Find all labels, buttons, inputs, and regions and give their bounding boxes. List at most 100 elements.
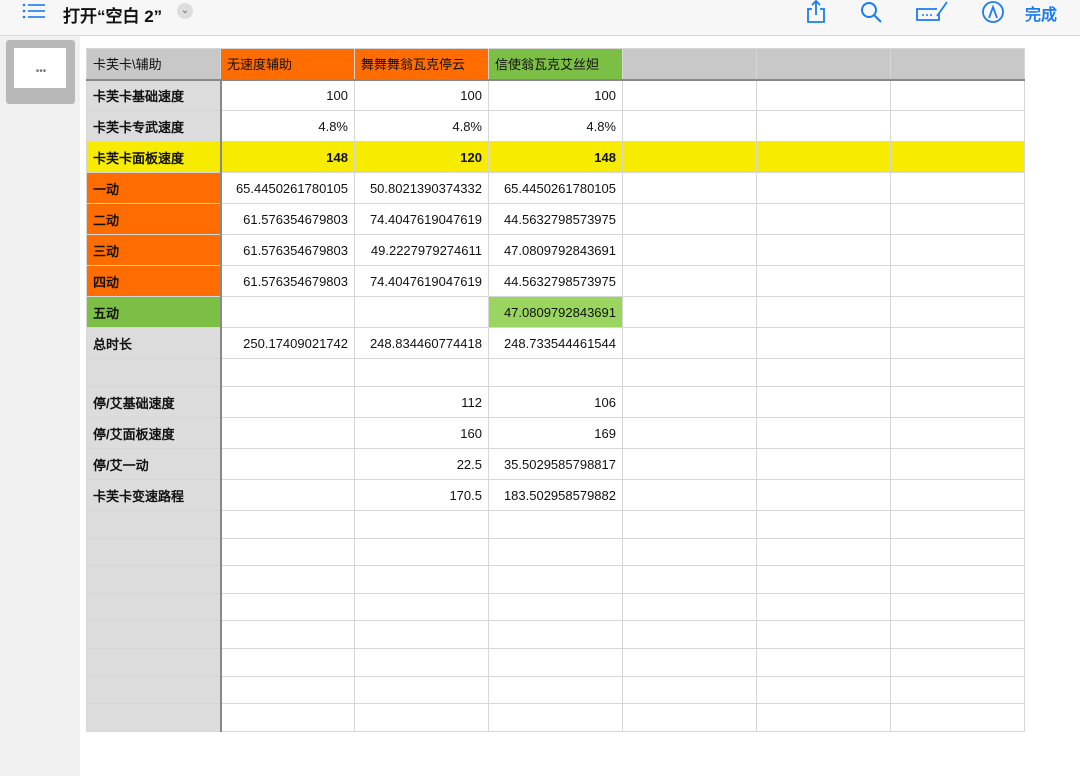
table-cell[interactable] (756, 565, 891, 594)
share-icon[interactable] (805, 0, 827, 24)
table-cell[interactable] (890, 358, 1025, 387)
row-header[interactable]: 总时长 (86, 327, 222, 359)
table-cell[interactable]: 169 (488, 417, 623, 449)
table-cell[interactable] (890, 647, 1025, 677)
table-cell[interactable] (622, 479, 757, 511)
table-cell[interactable]: 61.576354679803 (220, 203, 355, 235)
table-cell[interactable] (488, 537, 623, 567)
markup-icon[interactable] (981, 0, 1005, 24)
table-cell[interactable] (890, 386, 1025, 418)
spreadsheet-table[interactable]: 卡芙卡\辅助 无速度辅助 舞舞舞翁瓦克停云 信使翁瓦克艾丝妲 卡芙卡基础速度 100 100… (86, 48, 1025, 732)
row-header[interactable]: 停/艾基础速度 (86, 386, 222, 418)
list-icon[interactable] (22, 2, 46, 20)
table-cell[interactable] (756, 620, 891, 649)
table-cell[interactable]: 148 (488, 141, 623, 173)
table-cell[interactable] (890, 417, 1025, 449)
done-button[interactable]: 完成 (1025, 1, 1057, 25)
table-cell[interactable] (890, 296, 1025, 328)
table-cell[interactable] (756, 592, 891, 622)
table-cell[interactable] (622, 265, 757, 297)
table-cell[interactable] (220, 296, 355, 328)
table-cell[interactable]: 160 (354, 417, 489, 449)
table-cell[interactable]: 49.2227979274611 (354, 234, 489, 266)
table-cell[interactable] (890, 703, 1025, 732)
table-cell[interactable] (354, 703, 489, 732)
table-cell[interactable] (354, 592, 489, 622)
table-cell[interactable] (622, 565, 757, 594)
table-cell[interactable] (756, 537, 891, 567)
table-cell[interactable]: 4.8% (220, 110, 355, 142)
table-cell[interactable]: 106 (488, 386, 623, 418)
table-cell[interactable] (622, 203, 757, 235)
table-cell[interactable] (756, 358, 891, 387)
table-cell[interactable] (890, 592, 1025, 622)
table-cell[interactable] (890, 265, 1025, 297)
column-header[interactable] (756, 48, 891, 81)
column-header[interactable]: 舞舞舞翁瓦克停云 (354, 48, 489, 81)
table-cell[interactable] (220, 703, 355, 732)
table-cell[interactable]: 183.502958579882 (488, 479, 623, 511)
table-cell[interactable]: 4.8% (488, 110, 623, 142)
table-cell[interactable] (890, 537, 1025, 567)
table-cell[interactable]: 100 (220, 79, 355, 111)
table-cell[interactable] (622, 647, 757, 677)
table-cell[interactable]: 148 (220, 141, 355, 173)
row-header[interactable]: 一动 (86, 172, 222, 204)
table-cell[interactable] (488, 675, 623, 705)
table-cell[interactable] (488, 703, 623, 732)
table-cell[interactable] (890, 510, 1025, 539)
table-cell[interactable] (220, 358, 355, 387)
format-cells-icon[interactable] (915, 0, 949, 22)
column-header[interactable]: 卡芙卡\辅助 (86, 48, 221, 81)
table-cell[interactable]: 112 (354, 386, 489, 418)
row-header[interactable] (86, 647, 222, 677)
table-cell[interactable] (756, 234, 891, 266)
table-cell[interactable] (622, 620, 757, 649)
table-cell[interactable] (354, 358, 489, 387)
table-cell[interactable] (354, 565, 489, 594)
table-cell[interactable] (622, 510, 757, 539)
table-cell[interactable] (756, 172, 891, 204)
table-cell[interactable] (756, 417, 891, 449)
table-cell[interactable] (488, 620, 623, 649)
row-header[interactable]: 二动 (86, 203, 222, 235)
table-cell[interactable]: 47.0809792843691 (488, 296, 623, 328)
table-cell[interactable] (756, 703, 891, 732)
table-cell[interactable] (220, 592, 355, 622)
row-header[interactable]: 停/艾一动 (86, 448, 222, 480)
table-cell[interactable]: 100 (354, 79, 489, 111)
table-cell[interactable] (354, 510, 489, 539)
table-cell[interactable] (756, 141, 891, 173)
table-cell[interactable] (220, 479, 355, 511)
table-cell[interactable]: 100 (488, 79, 623, 111)
table-cell[interactable] (488, 358, 623, 387)
table-cell[interactable]: 47.0809792843691 (488, 234, 623, 266)
row-header[interactable]: 四动 (86, 265, 222, 297)
table-cell[interactable] (354, 537, 489, 567)
column-header[interactable] (890, 48, 1025, 81)
table-cell[interactable] (354, 647, 489, 677)
table-cell[interactable] (890, 234, 1025, 266)
row-header[interactable]: 卡芙卡变速路程 (86, 479, 222, 511)
row-header[interactable] (86, 592, 222, 622)
row-header[interactable] (86, 620, 222, 649)
table-cell[interactable]: 170.5 (354, 479, 489, 511)
row-header[interactable] (86, 510, 222, 539)
table-cell[interactable] (756, 296, 891, 328)
table-cell[interactable]: 250.17409021742 (220, 327, 355, 359)
row-header[interactable] (86, 565, 222, 594)
table-cell[interactable] (220, 620, 355, 649)
table-cell[interactable] (622, 79, 757, 111)
table-cell[interactable] (756, 448, 891, 480)
table-cell[interactable] (354, 675, 489, 705)
table-cell[interactable] (756, 110, 891, 142)
table-cell[interactable] (756, 647, 891, 677)
table-cell[interactable] (220, 537, 355, 567)
table-cell[interactable] (756, 265, 891, 297)
column-header[interactable]: 信使翁瓦克艾丝妲 (488, 48, 623, 81)
table-cell[interactable] (622, 386, 757, 418)
search-icon[interactable] (860, 1, 884, 23)
table-cell[interactable] (622, 234, 757, 266)
table-cell[interactable] (354, 296, 489, 328)
table-cell[interactable] (220, 386, 355, 418)
